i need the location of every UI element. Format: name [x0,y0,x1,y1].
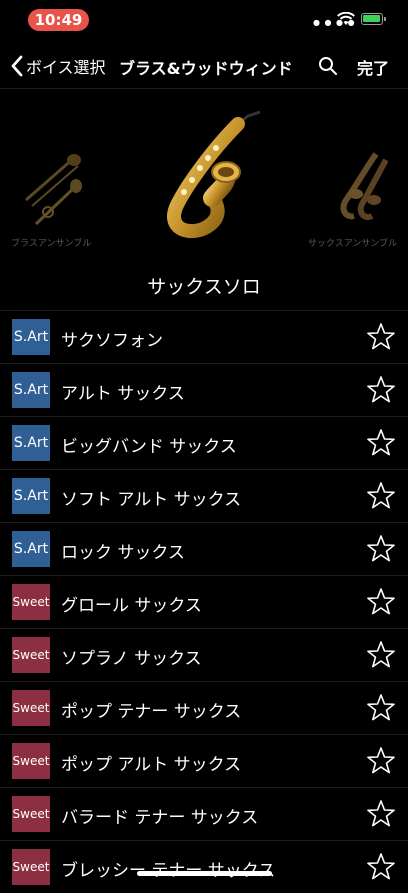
voice-name: グロール サックス [61,596,202,616]
voice-name: バラード テナー サックス [61,808,259,828]
page-title: ブラス&ウッドウィンド [119,59,293,78]
voice-name: アルト サックス [61,384,185,404]
sax-ensemble-label: サックスアンサンブル [308,239,398,249]
battery-icon [361,13,386,25]
voice-type-badge: S.Art [12,372,50,408]
voice-row[interactable]: Sweet ソプラノ サックス [0,628,408,681]
home-indicator [137,871,272,876]
done-button[interactable]: 完了 [357,55,389,79]
voice-type-badge: Sweet [12,796,50,832]
back-button[interactable]: ボイス選択 [10,52,106,80]
favorite-star-icon[interactable] [366,746,396,776]
voice-type-badge: Sweet [12,849,50,885]
navigation-bar: ボイス選択 ブラス&ウッドウィンド 完了 [0,44,408,88]
voice-type-badge: Sweet [12,690,50,726]
instrument-carousel[interactable]: ブラスアンサンブル サックスアンサンブル [0,100,408,260]
favorite-star-icon[interactable] [366,587,396,617]
voice-name: ビッグバンド サックス [61,437,237,457]
favorite-star-icon[interactable] [366,481,396,511]
voice-row[interactable]: S.Art ロック サックス [0,522,408,575]
voice-row[interactable]: Sweet ポップ テナー サックス [0,681,408,734]
voice-row[interactable]: Sweet ポップ アルト サックス [0,734,408,787]
voice-list: S.Art サクソフォン S.Art アルト サックス S.Art ビッグバンド サックス… [0,310,408,893]
voice-row[interactable]: Sweet グロール サックス [0,575,408,628]
voice-name: ソプラノ サックス [61,649,202,669]
voice-type-badge: Sweet [12,584,50,620]
favorite-star-icon[interactable] [366,322,396,352]
voice-row[interactable]: S.Art ビッグバンド サックス [0,416,408,469]
voice-name: ソフト アルト サックス [61,490,242,510]
voice-name: ロック サックス [61,543,185,563]
status-time: 10:49 [28,9,89,31]
favorite-star-icon[interactable] [366,640,396,670]
sax-ensemble-image[interactable] [316,150,388,222]
voice-name: サクソフォン [61,331,163,351]
favorite-star-icon[interactable] [366,693,396,723]
voice-type-badge: Sweet [12,637,50,673]
voice-type-badge: Sweet [12,743,50,779]
chevron-left-icon [11,55,23,77]
brass-ensemble-image[interactable] [22,150,86,230]
wifi-icon [337,12,355,25]
voice-type-badge: S.Art [12,425,50,461]
brass-ensemble-label: ブラスアンサンブル [11,239,92,249]
status-bar: 10:49 ● ● ● ● [0,0,408,40]
nav-divider [0,88,408,89]
favorite-star-icon[interactable] [366,852,396,882]
voice-name: ブレッシー テナー サックス [61,861,275,881]
voice-type-badge: S.Art [12,478,50,514]
voice-type-badge: S.Art [12,319,50,355]
saxophone-image[interactable] [142,106,266,240]
voice-row[interactable]: Sweet ブレッシー テナー サックス [0,840,408,893]
favorite-star-icon[interactable] [366,534,396,564]
voice-row[interactable]: Sweet バラード テナー サックス [0,787,408,840]
voice-row[interactable]: S.Art サクソフォン [0,310,408,363]
voice-type-badge: S.Art [12,531,50,567]
favorite-star-icon[interactable] [366,428,396,458]
voice-row[interactable]: S.Art ソフト アルト サックス [0,469,408,522]
favorite-star-icon[interactable] [366,375,396,405]
search-icon[interactable] [318,56,338,76]
voice-row[interactable]: S.Art アルト サックス [0,363,408,416]
category-title: サックスソロ [147,276,261,298]
favorite-star-icon[interactable] [366,799,396,829]
back-button-label: ボイス選択 [26,58,106,77]
voice-name: ポップ テナー サックス [61,702,242,722]
voice-name: ポップ アルト サックス [61,755,242,775]
